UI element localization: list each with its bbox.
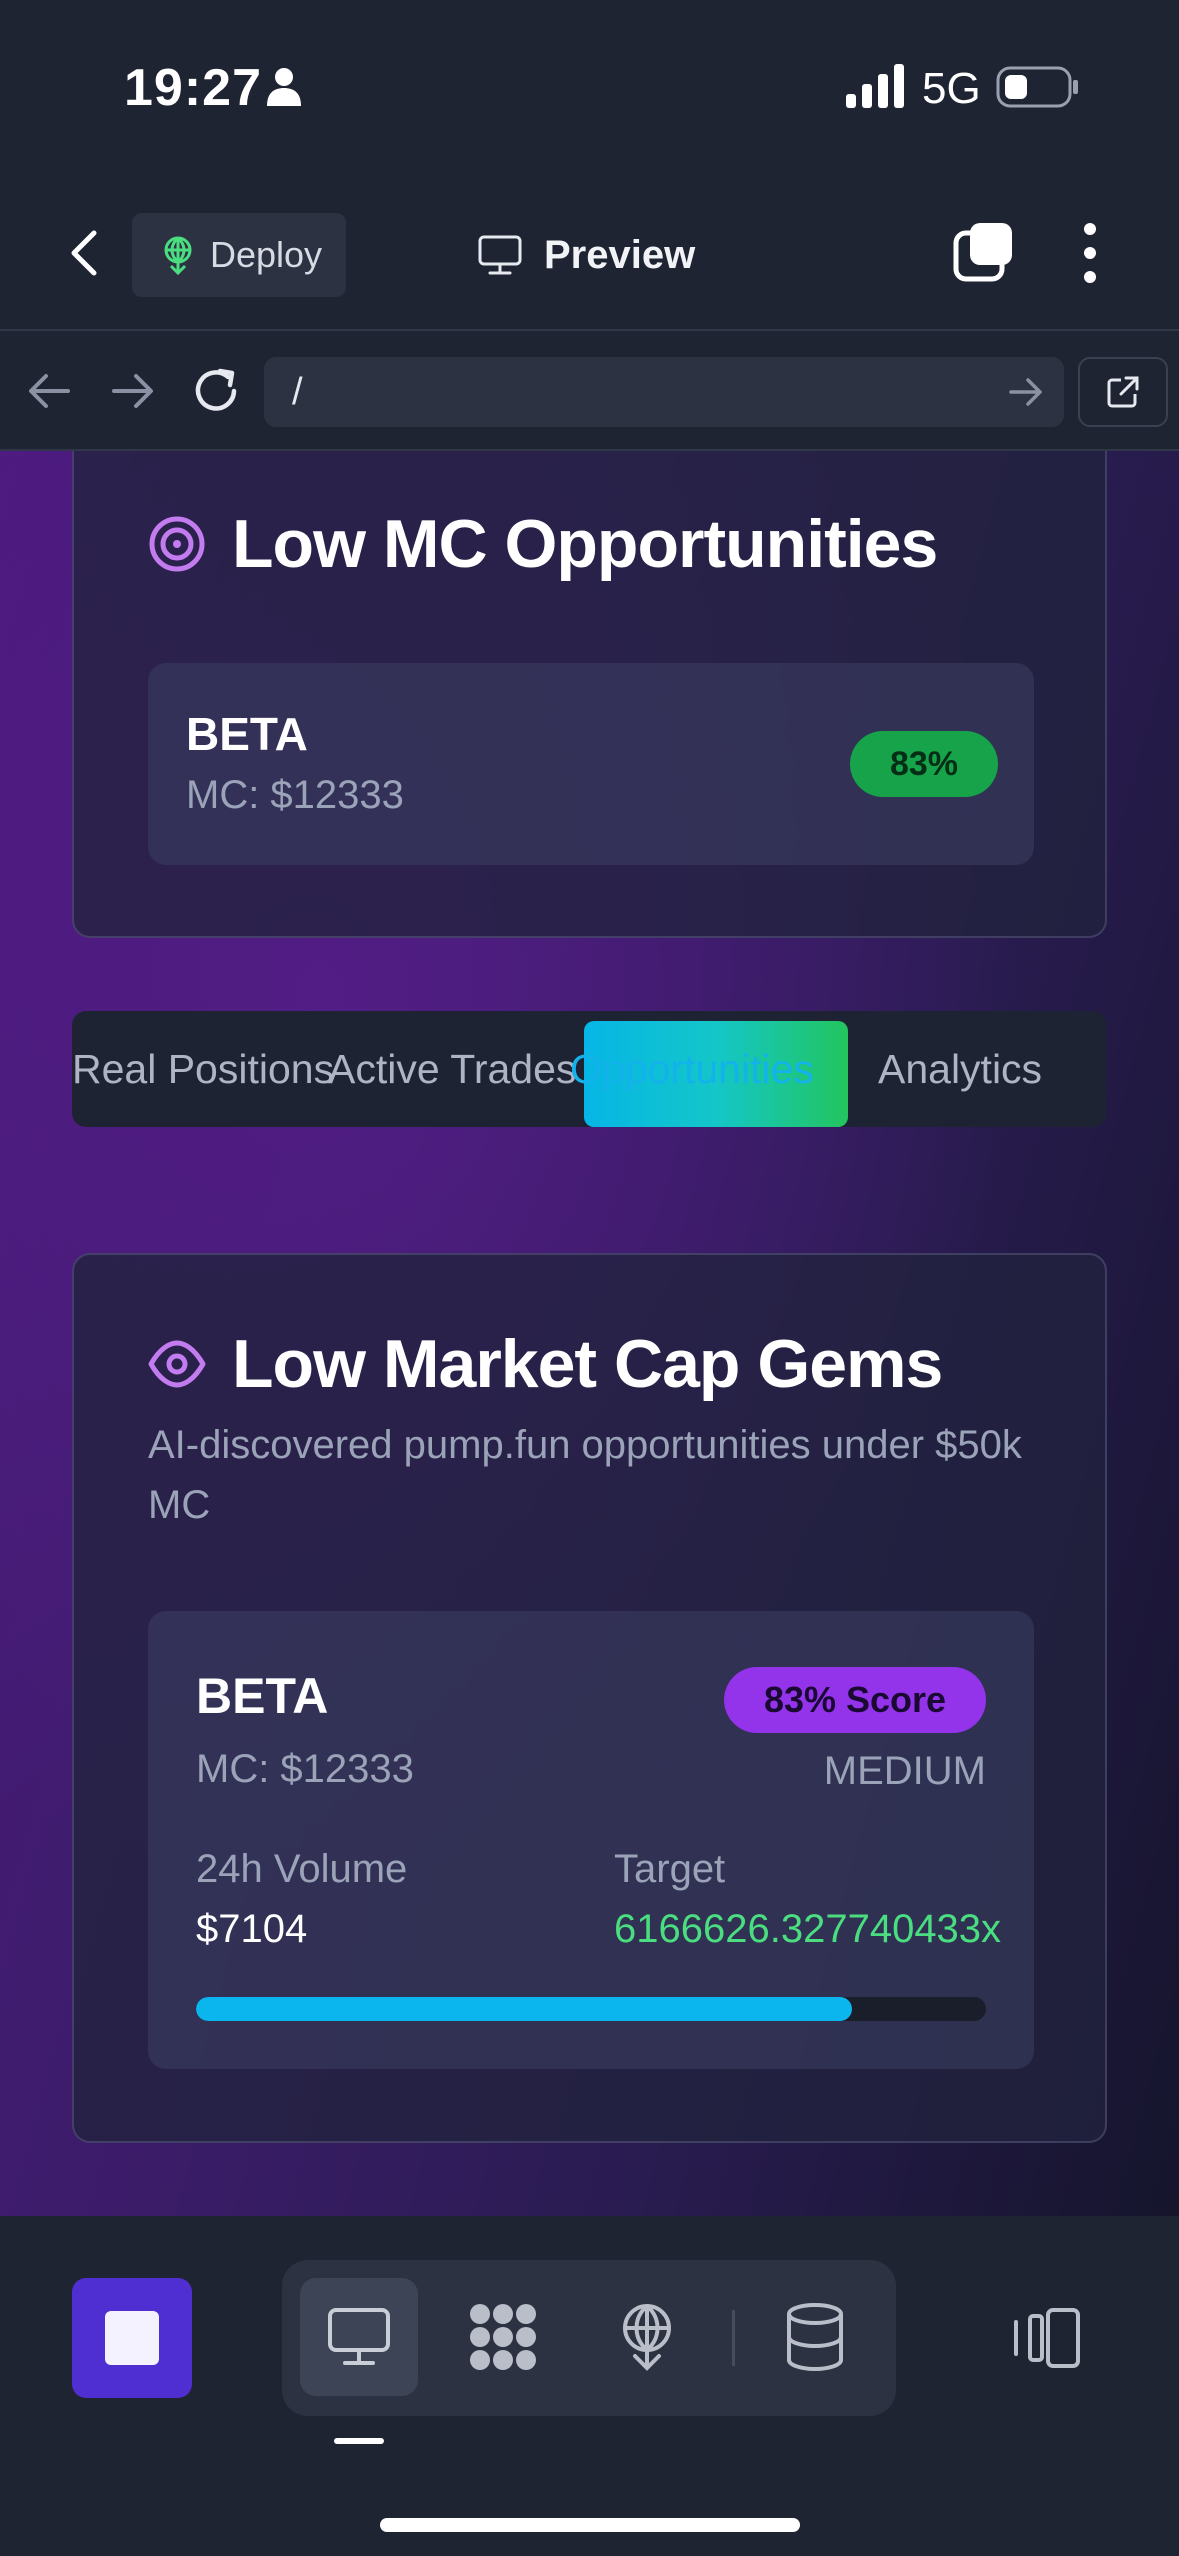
low-mc-heading: Low MC Opportunities [148, 505, 938, 583]
tab-bar: Real Positions Active Trades Opportuniti… [72, 1011, 1107, 1127]
eye-icon [148, 1340, 206, 1388]
volume-value: $7104 [196, 1907, 308, 1951]
signal-icon [846, 64, 904, 108]
target-value: 6166626.327740433x [614, 1907, 1002, 1951]
score-badge: 83% Score [724, 1667, 986, 1733]
nodes-icon [470, 2304, 536, 2370]
low-mc-card: Low MC Opportunities BETA MC: $12333 83% [72, 451, 1107, 938]
monitor-icon [478, 235, 522, 275]
preview-content: Low MC Opportunities BETA MC: $12333 83%… [0, 451, 1179, 2216]
status-bar: 19:27 5G [0, 0, 1179, 175]
arrow-left-icon[interactable] [26, 371, 72, 411]
preview-tab[interactable]: Preview [478, 225, 695, 285]
arrow-right-icon[interactable] [110, 371, 156, 411]
gem-token-name: BETA [196, 1668, 329, 1724]
tool-separator [732, 2310, 735, 2366]
status-time: 19:27 [124, 59, 262, 117]
tab-active-trades[interactable]: Active Trades [328, 1011, 576, 1127]
gems-description: AI-discovered pump.fun opportunities und… [148, 1423, 1022, 1527]
target-label: Target [614, 1847, 726, 1891]
gems-title: Low Market Cap Gems [232, 1326, 943, 1402]
database-tool-button[interactable] [756, 2278, 874, 2396]
open-external-button[interactable] [1078, 357, 1168, 427]
deploy-icon [623, 2304, 671, 2371]
tabs-icon[interactable] [952, 221, 1014, 283]
more-icon[interactable] [1070, 221, 1110, 285]
bottom-bar [0, 2216, 1179, 2556]
reload-icon[interactable] [190, 365, 242, 417]
deploy-button[interactable]: Deploy [132, 213, 346, 297]
low-mc-token-card[interactable]: BETA MC: $12333 83% [148, 663, 1034, 865]
risk-level: MEDIUM [823, 1749, 986, 1793]
battery-icon [996, 66, 1078, 108]
database-icon [787, 2303, 843, 2372]
tab-real-positions[interactable]: Real Positions [72, 1011, 334, 1127]
preview-tool-button[interactable] [300, 2278, 418, 2396]
preview-label: Preview [544, 232, 696, 277]
gems-heading: Low Market Cap Gems [148, 1325, 943, 1403]
network-label: 5G [922, 64, 981, 113]
person-icon [267, 68, 301, 106]
score-progress-fill [196, 1997, 852, 2021]
deploy-icon [164, 236, 192, 275]
gem-token-card[interactable]: BETA MC: $12333 83% Score MEDIUM 24h Vol… [148, 1611, 1034, 2069]
tab-opportunities[interactable]: Opportunities [570, 1011, 814, 1127]
deploy-tool-button[interactable] [588, 2278, 706, 2396]
url-bar: / [0, 331, 1179, 451]
url-input[interactable]: / [264, 357, 1064, 427]
stop-icon [105, 2311, 159, 2365]
gem-token-market-cap: MC: $12333 [196, 1747, 414, 1791]
panels-icon[interactable] [1012, 2306, 1082, 2370]
deploy-label: Deploy [210, 234, 323, 275]
app-toolbar: Deploy Preview [0, 175, 1179, 331]
monitor-icon [328, 2308, 390, 2365]
tab-analytics[interactable]: Analytics [878, 1011, 1042, 1127]
url-text: / [292, 371, 303, 413]
gems-card: Low Market Cap Gems AI-discovered pump.f… [72, 1253, 1107, 2143]
home-indicator[interactable] [380, 2518, 800, 2532]
score-progress-bar [196, 1997, 986, 2021]
low-mc-title: Low MC Opportunities [232, 506, 938, 582]
percent-badge: 83% [850, 731, 998, 797]
token-market-cap: MC: $12333 [186, 773, 404, 817]
active-tool-indicator [334, 2438, 384, 2444]
token-name: BETA [186, 708, 308, 760]
tool-group [282, 2260, 896, 2416]
go-arrow-icon[interactable] [1008, 375, 1044, 409]
back-icon[interactable] [58, 225, 114, 281]
target-icon [149, 516, 205, 572]
stop-button[interactable] [72, 2278, 192, 2398]
workflow-tool-button[interactable] [444, 2278, 562, 2396]
volume-label: 24h Volume [196, 1847, 408, 1891]
external-link-icon [1107, 376, 1139, 408]
